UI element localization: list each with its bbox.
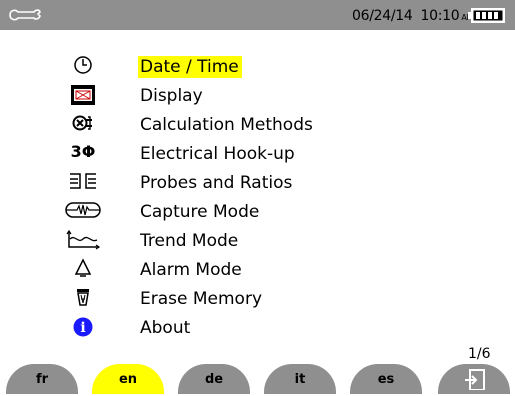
- clock-icon: [74, 56, 92, 74]
- three-phase-icon: 3Φ: [70, 142, 96, 161]
- menu-item-label: Display: [140, 86, 203, 106]
- menu-item-display[interactable]: Display: [0, 83, 515, 109]
- menu-item-capture-mode[interactable]: Capture Mode: [0, 199, 515, 225]
- tab-language-it[interactable]: it: [264, 364, 336, 394]
- tab-language-fr[interactable]: fr: [6, 364, 78, 394]
- tab-language-de[interactable]: de: [178, 364, 250, 394]
- exit-button[interactable]: [438, 364, 510, 394]
- menu-item-label: Date / Time: [138, 56, 242, 78]
- wrench-icon: [9, 9, 41, 21]
- status-time: 10:10: [420, 8, 460, 24]
- exit-icon: [465, 369, 485, 390]
- info-icon: i: [73, 317, 93, 337]
- menu-item-about[interactable]: i About: [0, 315, 515, 341]
- tab-language-es[interactable]: es: [350, 364, 422, 394]
- display-icon: [71, 85, 95, 105]
- date-time-readout: 06/24/14 10:10 AM: [352, 8, 473, 24]
- menu-item-calculation-methods[interactable]: Calculation Methods: [0, 112, 515, 138]
- menu-item-alarm-mode[interactable]: Alarm Mode: [0, 257, 515, 283]
- menu-item-label: Calculation Methods: [140, 115, 313, 135]
- tab-language-en[interactable]: en: [92, 364, 164, 394]
- battery-icon: [468, 8, 505, 23]
- probes-icon: [70, 173, 96, 189]
- calculation-icon: [72, 115, 92, 131]
- menu-item-label: Trend Mode: [140, 231, 239, 251]
- alarm-icon: [74, 258, 92, 277]
- trend-icon: [66, 229, 101, 250]
- language-bar: fr en de it es: [0, 364, 515, 394]
- menu-item-label: About: [140, 318, 191, 338]
- menu-item-trend-mode[interactable]: Trend Mode: [0, 228, 515, 254]
- svg-text:i: i: [80, 320, 85, 336]
- menu-item-label: Erase Memory: [140, 289, 263, 309]
- menu-item-label: Electrical Hook-up: [140, 144, 295, 164]
- page-indicator: 1/6: [468, 346, 491, 362]
- status-date: 06/24/14: [352, 8, 413, 24]
- menu-item-label: Alarm Mode: [140, 260, 242, 280]
- erase-icon: [77, 289, 89, 306]
- capture-icon: [65, 202, 101, 218]
- status-bar: 06/24/14 10:10 AM: [0, 0, 515, 30]
- menu-item-erase-memory[interactable]: Erase Memory: [0, 286, 515, 312]
- menu-item-probes-ratios[interactable]: Probes and Ratios: [0, 170, 515, 196]
- menu-item-label: Capture Mode: [140, 202, 260, 222]
- menu-item-label: Probes and Ratios: [140, 173, 293, 193]
- menu-item-electrical-hookup[interactable]: 3Φ Electrical Hook-up: [0, 141, 515, 167]
- menu-item-date-time[interactable]: Date / Time: [0, 54, 515, 80]
